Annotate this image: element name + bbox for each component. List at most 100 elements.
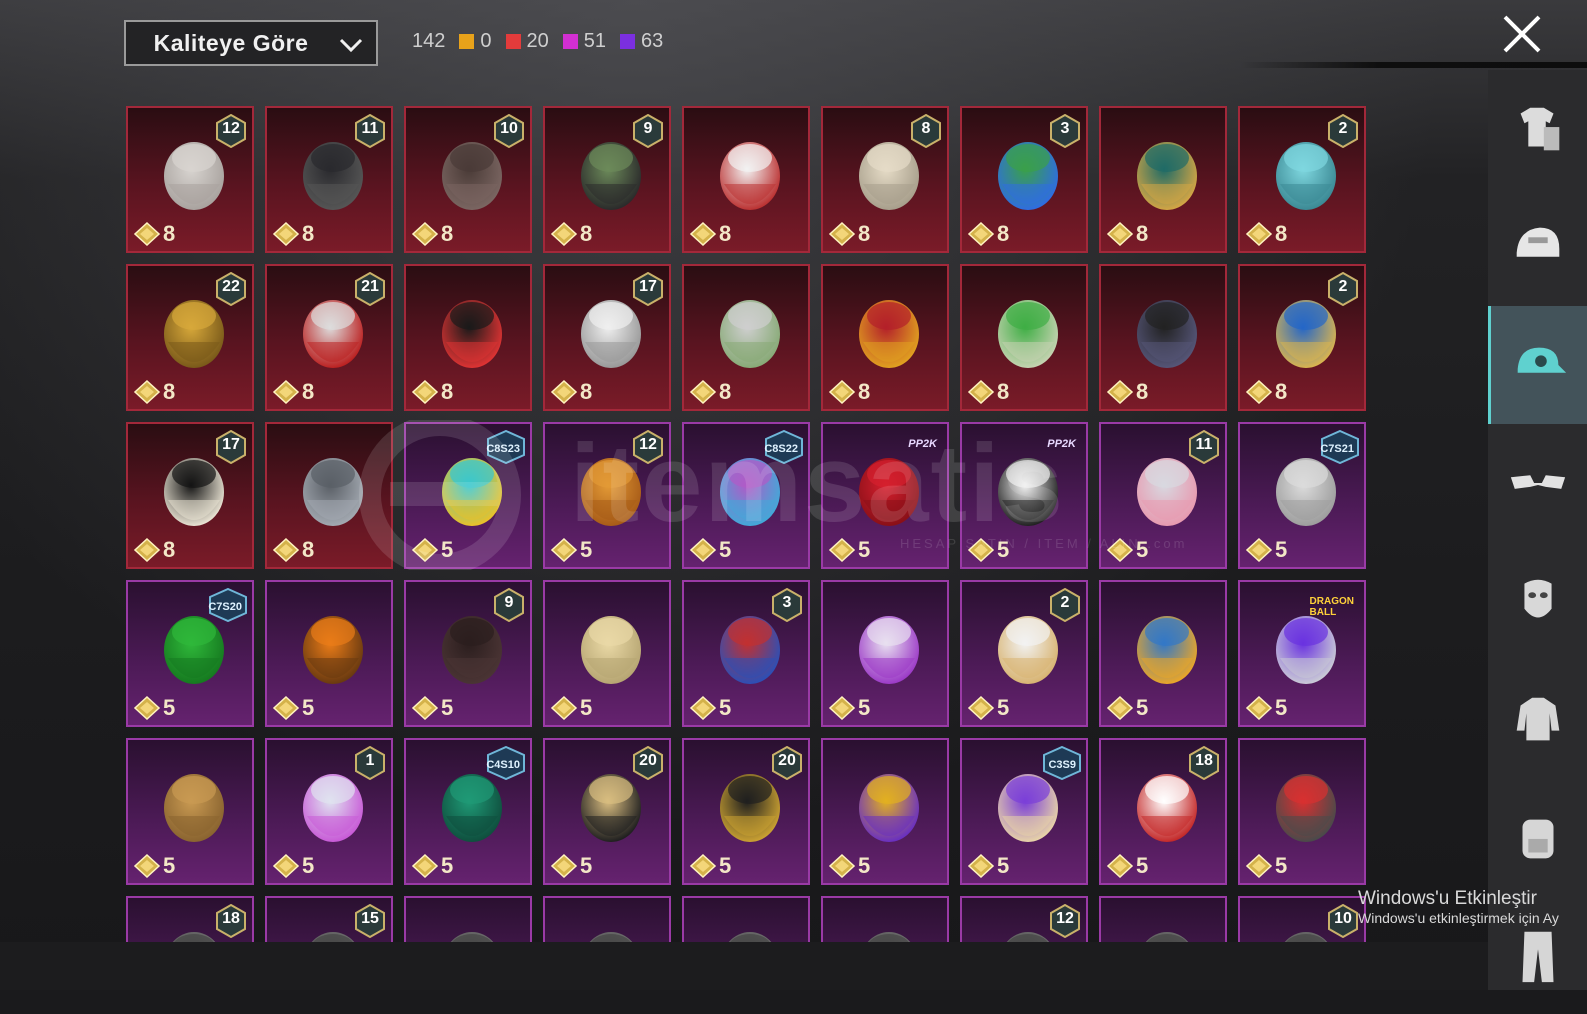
item-card[interactable]: 11 5	[1099, 422, 1227, 569]
level-badge-number: 3	[782, 594, 792, 611]
item-quantity-value: 5	[441, 853, 454, 878]
item-card[interactable]: 12 5	[543, 422, 671, 569]
diamond-icon	[690, 380, 716, 404]
rarity-swatch	[620, 34, 635, 49]
item-card[interactable]: 5	[265, 580, 393, 727]
item-card[interactable]	[682, 896, 810, 942]
item-card[interactable]: C3S9 5	[960, 738, 1088, 885]
item-quantity: 5	[1246, 695, 1287, 721]
item-card[interactable]: 2 8	[1238, 264, 1366, 411]
item-potato-head-icon	[164, 774, 224, 842]
item-card[interactable]	[1099, 896, 1227, 942]
sort-dropdown-label: Kaliteye Göre	[153, 29, 309, 56]
item-card[interactable]: 2 5	[960, 580, 1088, 727]
item-quantity-value: 5	[719, 853, 732, 878]
item-quantity-value: 5	[858, 537, 871, 562]
item-card[interactable]: 8	[265, 422, 393, 569]
item-card[interactable]: 1 5	[265, 738, 393, 885]
sidebar-tab-jacket[interactable]	[1488, 660, 1587, 778]
item-quantity: 5	[1246, 853, 1287, 879]
sidebar-tab-mask[interactable]	[1488, 542, 1587, 660]
item-card[interactable]: 20 5	[682, 738, 810, 885]
item-card[interactable]: 9 5	[404, 580, 532, 727]
item-card[interactable]: 20 5	[543, 738, 671, 885]
item-card[interactable]: 10	[1238, 896, 1366, 942]
item-card[interactable]: 8 8	[821, 106, 949, 253]
item-card[interactable]: 17 8	[543, 264, 671, 411]
diamond-icon	[968, 696, 994, 720]
item-card[interactable]: 3 5	[682, 580, 810, 727]
item-card[interactable]: 18	[126, 896, 254, 942]
item-card[interactable]: 5	[821, 738, 949, 885]
diamond-icon	[134, 538, 160, 562]
item-quantity-value: 5	[1136, 695, 1149, 720]
item-card[interactable]: 18 5	[1099, 738, 1227, 885]
rarity-count-value: 51	[583, 30, 606, 52]
level-badge-number: 1	[365, 752, 375, 769]
item-card[interactable]: 5	[1238, 738, 1366, 885]
item-quantity-value: 5	[858, 695, 871, 720]
item-card[interactable]: 5	[126, 738, 254, 885]
item-card[interactable]: C8S22 5	[682, 422, 810, 569]
item-card[interactable]: 8	[682, 106, 810, 253]
collection-tag-label: C7S21	[1320, 443, 1354, 455]
item-card[interactable]: 8	[821, 264, 949, 411]
item-card[interactable]	[543, 896, 671, 942]
item-quantity: 5	[1246, 537, 1287, 563]
diamond-icon	[134, 696, 160, 720]
level-badge-number: 10	[500, 120, 518, 137]
diamond-icon	[273, 854, 299, 878]
item-card[interactable]: 12 8	[126, 106, 254, 253]
item-card[interactable]: 5	[821, 580, 949, 727]
item-quantity: 8	[134, 537, 175, 563]
item-card[interactable]: C8S23 5	[404, 422, 532, 569]
item-quantity-value: 8	[1136, 379, 1149, 404]
item-pumpkin-head-icon	[303, 616, 363, 684]
rarity-count-value: 0	[480, 30, 492, 52]
item-card[interactable]	[821, 896, 949, 942]
item-card[interactable]: C4S10 5	[404, 738, 532, 885]
diamond-icon	[273, 380, 299, 404]
level-badge-number: 10	[1334, 910, 1352, 927]
sidebar-tab-backpack[interactable]	[1488, 778, 1587, 896]
diamond-icon	[1246, 696, 1272, 720]
item-card[interactable]: 10 8	[404, 106, 532, 253]
item-card[interactable]: 5	[1099, 580, 1227, 727]
level-badge-number: 3	[1060, 120, 1070, 137]
level-badge-number: 17	[222, 436, 240, 453]
item-card[interactable]: C7S20 5	[126, 580, 254, 727]
sidebar-tab-outfit[interactable]	[1488, 70, 1587, 188]
sidebar-tab-cap[interactable]	[1488, 306, 1587, 424]
item-card[interactable]: 9 8	[543, 106, 671, 253]
item-quantity: 5	[829, 537, 870, 563]
item-card[interactable]: DRAGON BALL 5	[1238, 580, 1366, 727]
item-card[interactable]: C7S21 5	[1238, 422, 1366, 569]
activation-title: Windows'u Etkinleştir	[1358, 888, 1537, 909]
item-card[interactable]: 8	[404, 264, 532, 411]
item-card[interactable]: 21 8	[265, 264, 393, 411]
item-fish-hat-icon	[1137, 616, 1197, 684]
rarity-swatch	[459, 34, 475, 49]
item-card[interactable]: 17 8	[126, 422, 254, 569]
item-card[interactable]: 8	[1099, 106, 1227, 253]
sort-dropdown[interactable]: Kaliteye Göre	[124, 20, 378, 66]
item-card[interactable]: 11 8	[265, 106, 393, 253]
item-card[interactable]: 2 8	[1238, 106, 1366, 253]
item-quantity: 5	[551, 537, 592, 563]
item-card[interactable]: PP2K 5	[960, 422, 1088, 569]
item-card[interactable]: 22 8	[126, 264, 254, 411]
item-card[interactable]: 15	[265, 896, 393, 942]
sidebar-tab-glasses[interactable]	[1488, 424, 1587, 542]
item-card[interactable]: 12	[960, 896, 1088, 942]
item-card[interactable]: 8	[960, 264, 1088, 411]
item-card[interactable]: 5	[543, 580, 671, 727]
sidebar-tab-helmet[interactable]	[1488, 188, 1587, 306]
item-card[interactable]: 8	[682, 264, 810, 411]
item-card[interactable]	[404, 896, 532, 942]
item-card[interactable]: 8	[1099, 264, 1227, 411]
item-card[interactable]: PP2K 5	[821, 422, 949, 569]
item-quantity: 5	[690, 853, 731, 879]
item-card[interactable]: 3 8	[960, 106, 1088, 253]
close-icon[interactable]	[1500, 12, 1544, 56]
diamond-icon	[134, 380, 160, 404]
